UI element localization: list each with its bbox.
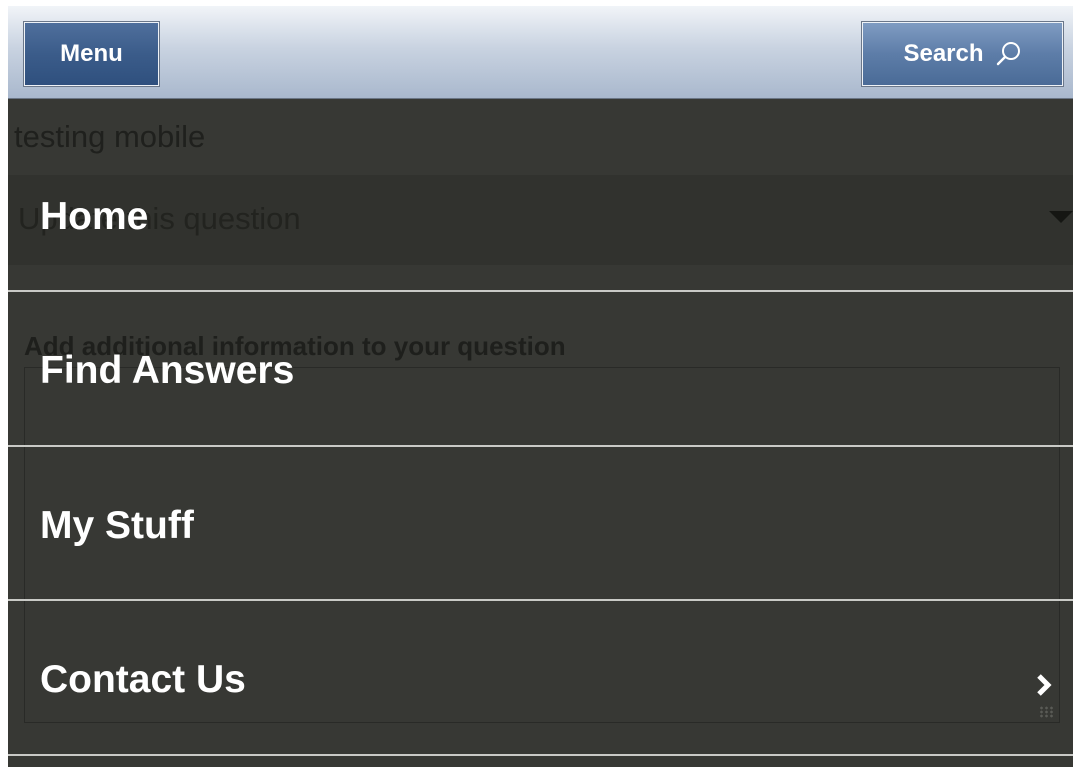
menu-item-find-answers[interactable]: Find Answers [8,292,1073,447]
nav-menu: Home Find Answers My Stuff Contact Us [8,99,1073,767]
menu-item-label: Home [40,195,149,238]
menu-divider [8,754,1073,756]
menu-button[interactable]: Menu [23,21,160,87]
menu-item-label: Contact Us [40,658,246,701]
header-bar: Menu Search [8,6,1073,99]
app-frame: Menu Search testing mobile Update this q… [8,6,1073,767]
search-button[interactable]: Search [861,21,1064,87]
menu-button-label: Menu [60,40,123,67]
menu-item-my-stuff[interactable]: My Stuff [8,447,1073,602]
search-button-label: Search [903,40,984,67]
menu-item-label: Find Answers [40,349,295,392]
chevron-right-icon [1033,672,1055,698]
menu-item-contact-us[interactable]: Contact Us [8,601,1073,756]
menu-item-label: My Stuff [40,504,194,547]
search-icon [996,41,1022,67]
menu-item-home[interactable]: Home [8,99,1073,254]
